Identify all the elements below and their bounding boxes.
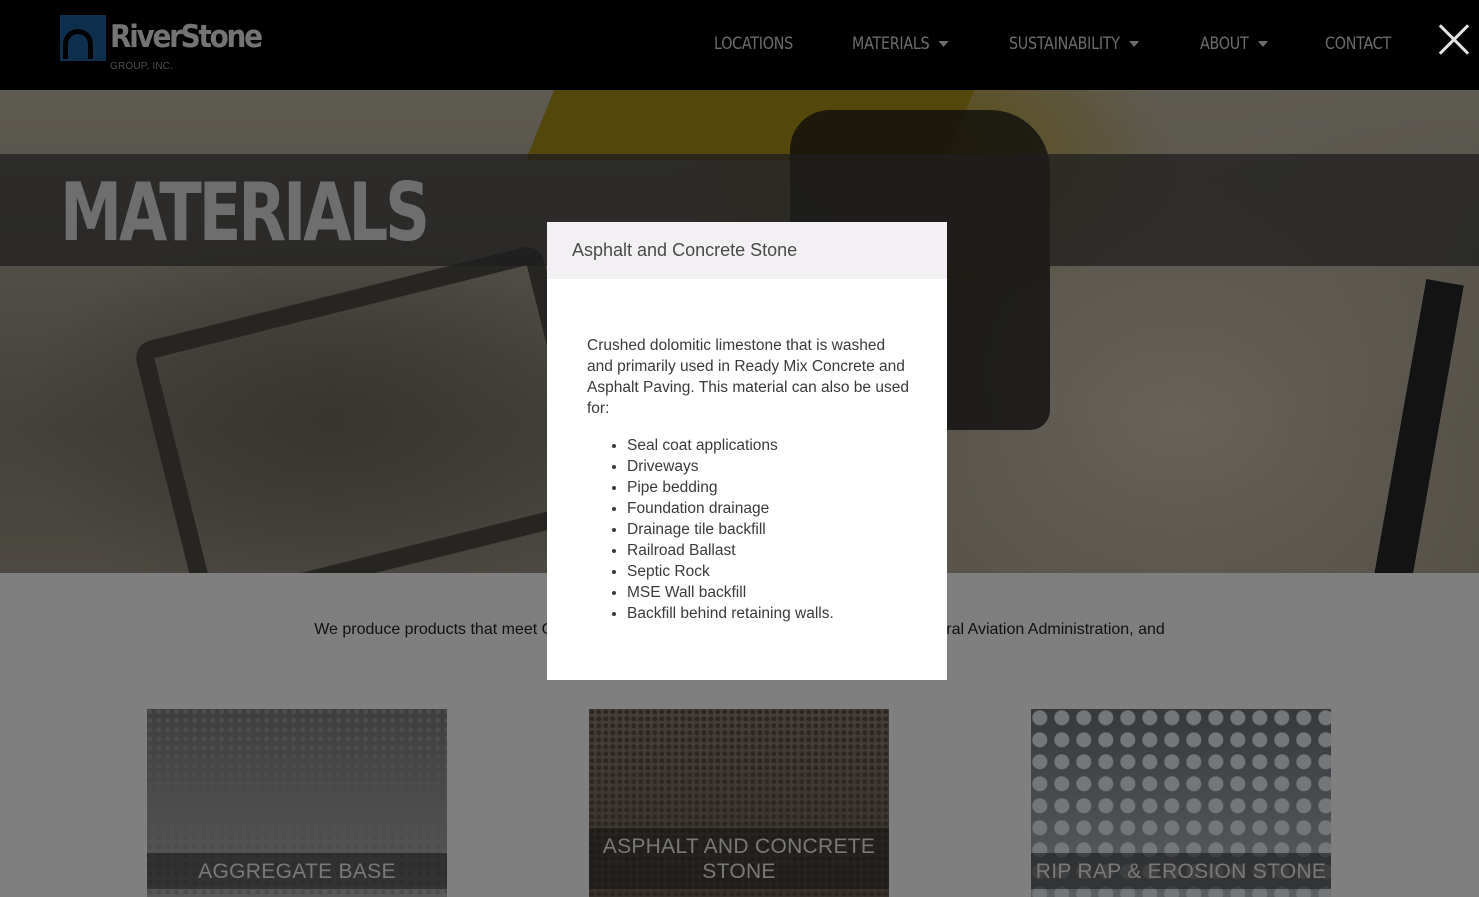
list-item: MSE Wall backfill: [627, 582, 911, 603]
list-item: Pipe bedding: [627, 477, 911, 498]
material-modal: Asphalt and Concrete Stone Crushed dolom…: [547, 222, 947, 680]
modal-overlay[interactable]: Asphalt and Concrete Stone Crushed dolom…: [0, 0, 1479, 897]
list-item: Backfill behind retaining walls.: [627, 603, 911, 624]
list-item: Railroad Ballast: [627, 540, 911, 561]
list-item: Septic Rock: [627, 561, 911, 582]
list-item: Seal coat applications: [627, 435, 911, 456]
list-item: Foundation drainage: [627, 498, 911, 519]
modal-header: Asphalt and Concrete Stone: [547, 222, 947, 279]
modal-body: Crushed dolomitic limestone that is wash…: [547, 279, 947, 624]
modal-description: Crushed dolomitic limestone that is wash…: [587, 337, 909, 417]
uses-list: Seal coat applications Driveways Pipe be…: [587, 435, 911, 624]
modal-title: Asphalt and Concrete Stone: [572, 240, 798, 260]
list-item: Drainage tile backfill: [627, 519, 911, 540]
list-item: Driveways: [627, 456, 911, 477]
close-icon[interactable]: [1437, 23, 1471, 57]
